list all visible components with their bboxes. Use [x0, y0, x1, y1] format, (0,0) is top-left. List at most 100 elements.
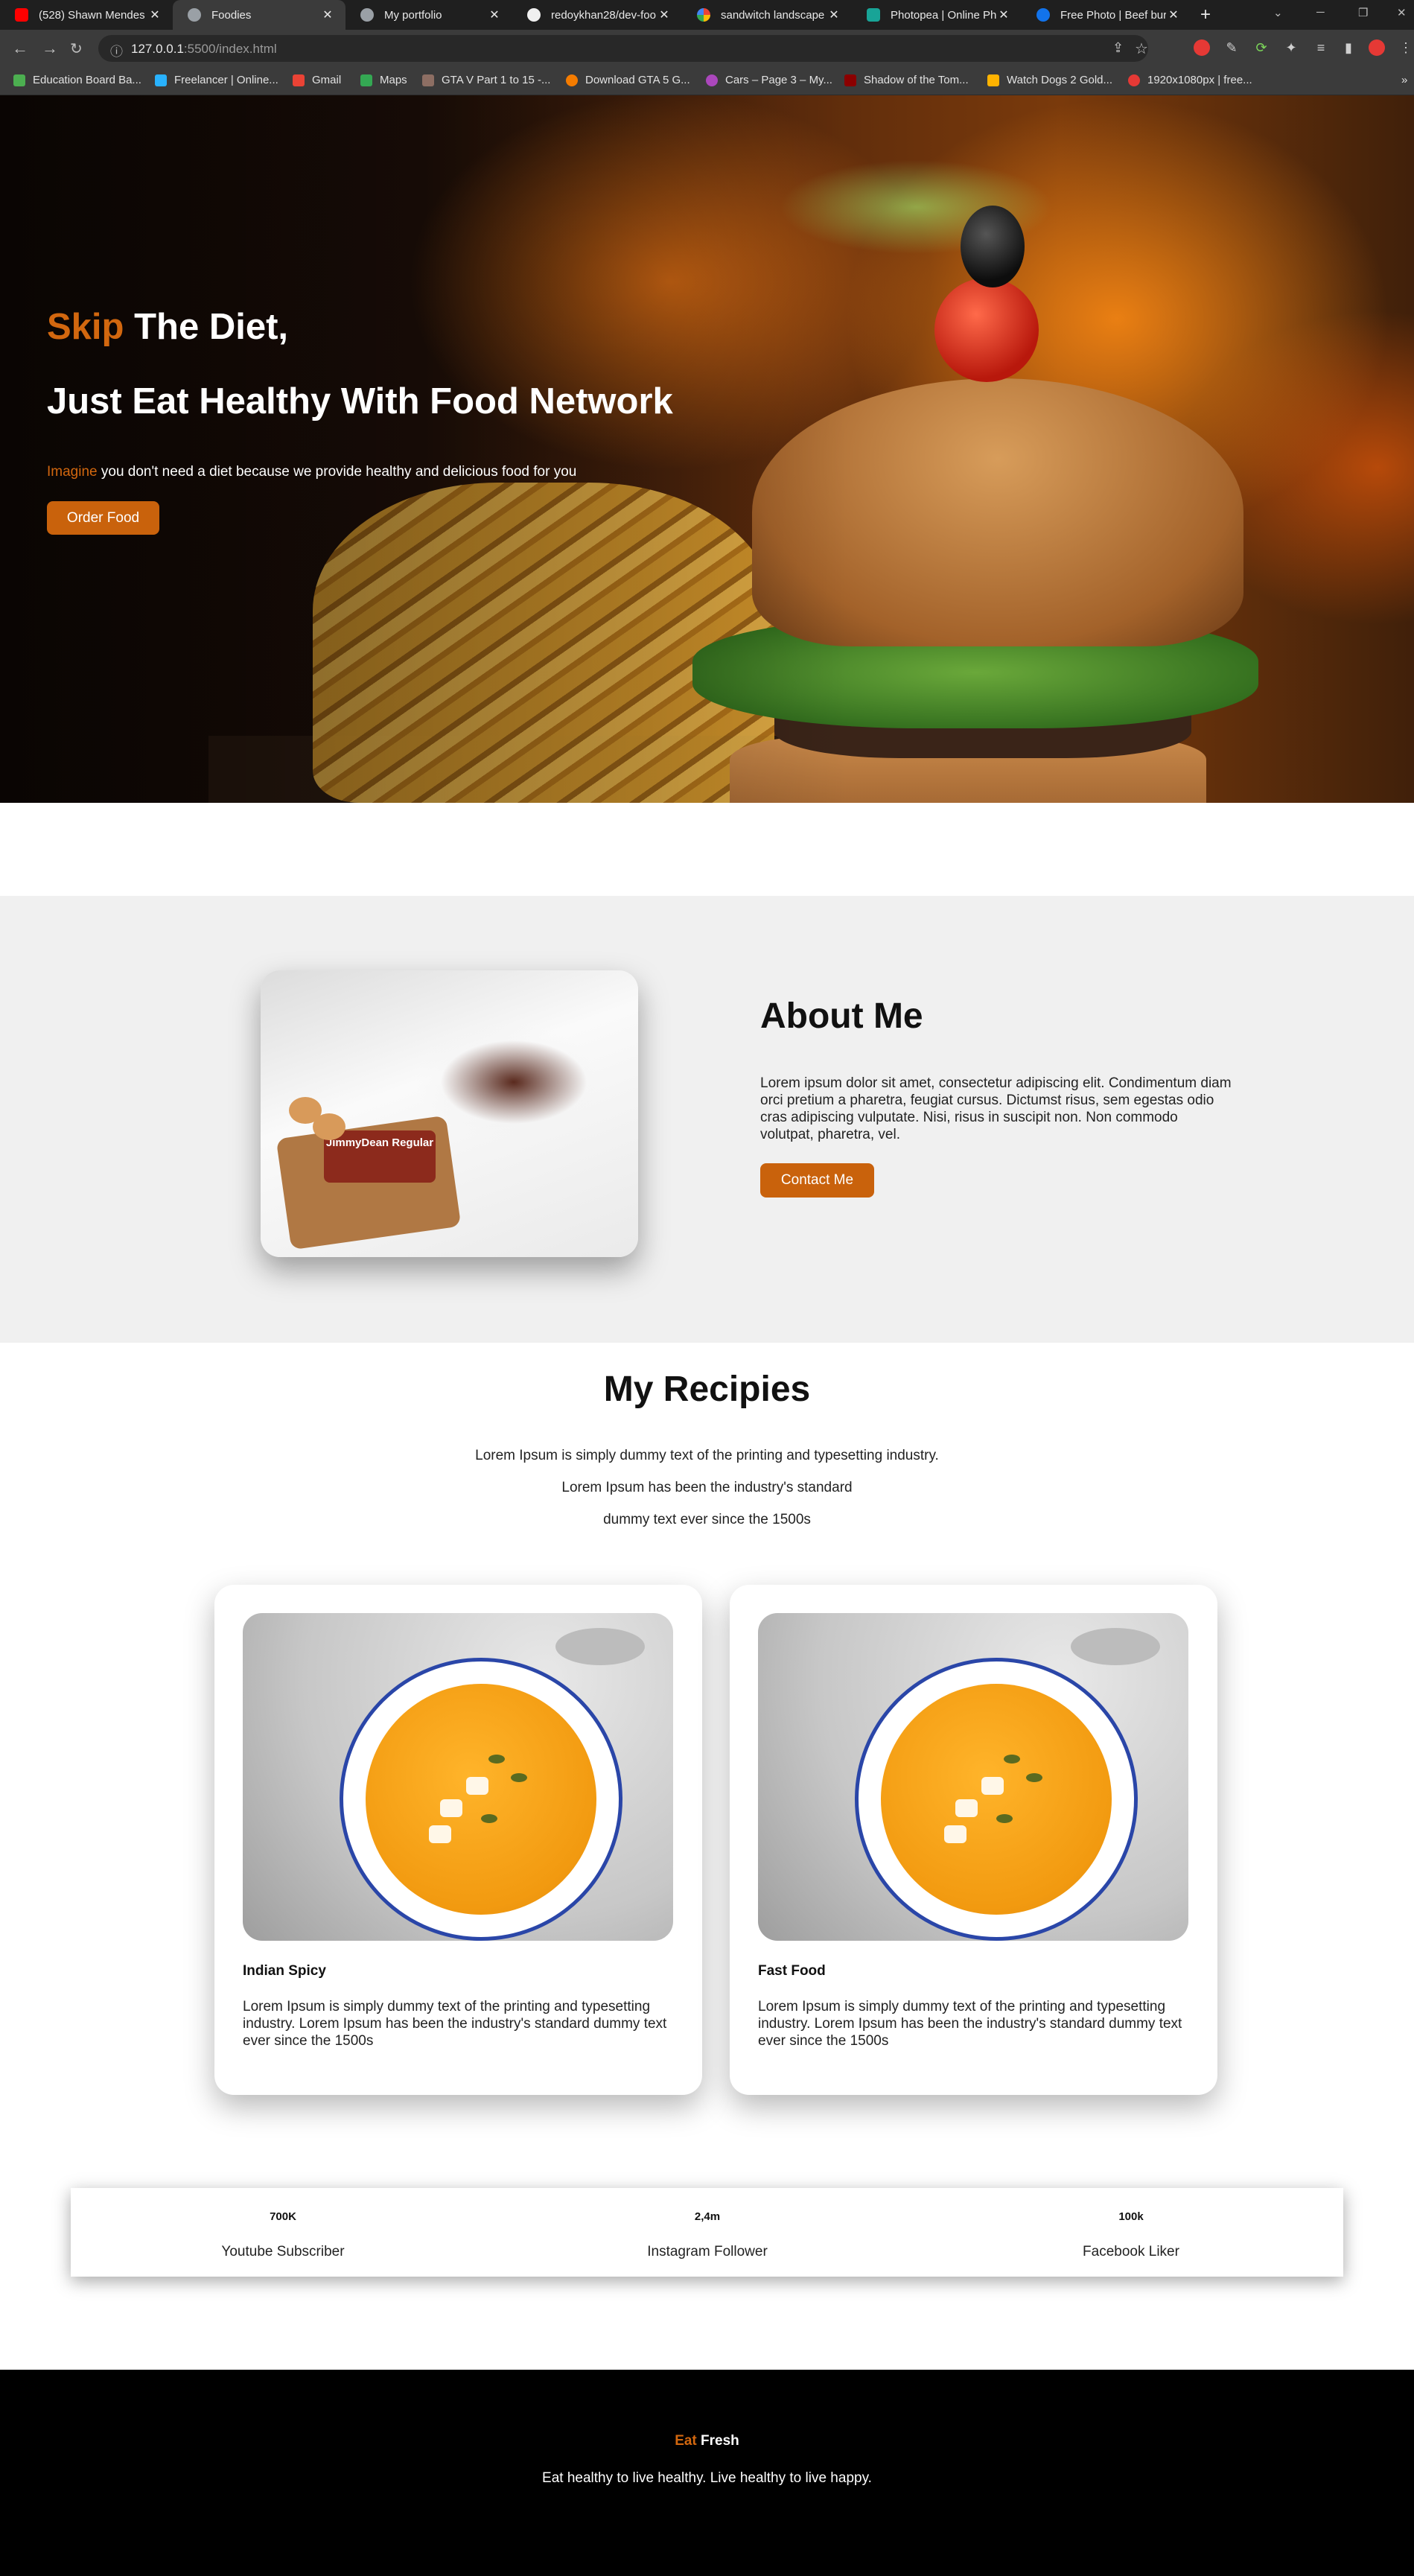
stats-bar: 700K Youtube Subscriber 2,4m Instagram F…: [71, 2188, 1343, 2277]
adblock-icon[interactable]: [1194, 39, 1210, 56]
recipe-image: [758, 1613, 1188, 1941]
forward-icon[interactable]: →: [42, 39, 58, 58]
share-icon[interactable]: ⇪: [1112, 40, 1124, 56]
about-section: JimmyDean Regular About Me Lorem ipsum d…: [0, 896, 1414, 1343]
recipe-image-garnish: [511, 1773, 527, 1782]
recipe-image-garnish: [429, 1825, 451, 1843]
about-title: About Me: [760, 996, 923, 1036]
tab-freepik[interactable]: Free Photo | Beef bur ✕: [1022, 0, 1191, 30]
google-icon: [697, 8, 710, 22]
url-text: 127.0.0.1:5500/index.html: [131, 42, 277, 57]
new-tab-button[interactable]: +: [1191, 0, 1226, 30]
recipe-card[interactable]: Fast Food Lorem Ipsum is simply dummy te…: [730, 1585, 1217, 2095]
bookmark-star-icon[interactable]: ☆: [1135, 39, 1148, 58]
footer-title-accent: Eat: [675, 2433, 697, 2449]
menu-kebab-icon[interactable]: ⋮: [1398, 39, 1414, 56]
browser-tab-strip: (528) Shawn Mendes ✕ Foodies ✕ My portfo…: [0, 0, 1414, 30]
footer-title: Eat Fresh: [0, 2433, 1414, 2449]
recipe-card[interactable]: Indian Spicy Lorem Ipsum is simply dummy…: [214, 1585, 702, 2095]
tab-photopea[interactable]: Photopea | Online Ph ✕: [852, 0, 1022, 30]
photopea-icon: [867, 8, 880, 22]
extension-badge-icon[interactable]: ✎: [1223, 39, 1240, 56]
bookmark-favicon-icon: [155, 74, 167, 86]
contact-me-button[interactable]: Contact Me: [760, 1163, 874, 1198]
github-icon: [527, 8, 541, 22]
bookmark-item[interactable]: Education Board Ba...: [13, 74, 141, 86]
recipe-image: [243, 1613, 673, 1941]
back-icon[interactable]: ←: [12, 39, 28, 58]
bookmarks-overflow-icon[interactable]: »: [1401, 74, 1407, 86]
bookmark-favicon-icon: [13, 74, 25, 86]
stat-youtube: 700K Youtube Subscriber: [71, 2188, 495, 2277]
recipe-image-garnish: [996, 1814, 1013, 1823]
minimize-icon[interactable]: ─: [1316, 6, 1325, 19]
bookmark-label: Education Board Ba...: [33, 74, 141, 86]
hero-overlay: [0, 95, 1414, 803]
tab-title: sandwitch landscape: [721, 8, 825, 22]
about-photo: JimmyDean Regular: [261, 970, 638, 1257]
sync-extension-icon[interactable]: ⟳: [1253, 39, 1270, 56]
close-tab-icon[interactable]: ✕: [320, 7, 335, 22]
footer: Eat Fresh Eat healthy to live healthy. L…: [0, 2370, 1414, 2576]
close-tab-icon[interactable]: ✕: [827, 7, 841, 22]
site-info-icon[interactable]: ⓘ: [110, 41, 123, 60]
bookmark-item[interactable]: Maps: [360, 74, 407, 86]
tab-title: redoykhan28/dev-foo: [551, 8, 656, 22]
gmail-icon: [293, 74, 305, 86]
bookmark-item[interactable]: Gmail: [293, 74, 341, 86]
restore-icon[interactable]: ❐: [1358, 6, 1368, 19]
bookmark-item[interactable]: GTA V Part 1 to 15 -...: [422, 74, 550, 86]
close-tab-icon[interactable]: ✕: [657, 7, 672, 22]
tab-search-icon[interactable]: ⌄: [1273, 6, 1283, 19]
tab-title: Foodies: [211, 8, 252, 22]
bookmark-item[interactable]: Watch Dogs 2 Gold...: [987, 74, 1112, 86]
stat-label: Facebook Liker: [1083, 2244, 1179, 2259]
tab-github[interactable]: redoykhan28/dev-foo ✕: [512, 0, 682, 30]
recipe-image-garnish: [481, 1814, 497, 1823]
maps-icon: [360, 74, 372, 86]
close-window-icon[interactable]: ✕: [1397, 6, 1407, 19]
url-path: :5500/index.html: [183, 42, 277, 56]
bookmark-label: Download GTA 5 G...: [585, 74, 690, 86]
bookmark-favicon-icon: [566, 74, 578, 86]
recipe-image-soup: [366, 1684, 596, 1915]
tab-portfolio[interactable]: My portfolio ✕: [345, 0, 512, 30]
profile-avatar-icon[interactable]: [1369, 39, 1385, 56]
bookmark-label: Maps: [380, 74, 407, 86]
close-tab-icon[interactable]: ✕: [996, 7, 1011, 22]
recipe-image-garnish: [944, 1825, 966, 1843]
tab-title: My portfolio: [384, 8, 442, 22]
recipes-intro-line: dummy text ever since the 1500s: [603, 1512, 811, 1527]
reload-icon[interactable]: ↻: [70, 39, 83, 58]
bookmark-item[interactable]: 1920x1080px | free...: [1128, 74, 1252, 86]
tab-foodies[interactable]: Foodies ✕: [173, 0, 345, 30]
bookmark-favicon-icon: [987, 74, 999, 86]
hero-subtitle-accent: Imagine: [47, 464, 98, 480]
recipe-image-garnish: [440, 1799, 462, 1817]
bookmark-item[interactable]: Cars – Page 3 – My...: [706, 74, 832, 86]
tab-google-search[interactable]: sandwitch landscape ✕: [682, 0, 852, 30]
order-food-button[interactable]: Order Food: [47, 501, 159, 535]
hero-headline-line1: Skip The Diet,: [47, 306, 288, 348]
recipe-image-garnish: [955, 1799, 978, 1817]
recipe-image-garnish: [1004, 1755, 1020, 1764]
recipes-intro-line: Lorem Ipsum is simply dummy text of the …: [475, 1448, 939, 1463]
bookmark-item[interactable]: Freelancer | Online...: [155, 74, 278, 86]
bookmark-item[interactable]: Shadow of the Tom...: [844, 74, 969, 86]
close-tab-icon[interactable]: ✕: [1166, 7, 1181, 22]
recipes-intro-line: Lorem Ipsum has been the industry's stan…: [561, 1480, 853, 1495]
bookmark-label: GTA V Part 1 to 15 -...: [442, 74, 551, 86]
plus-icon: +: [1200, 4, 1211, 25]
bookmark-item[interactable]: Download GTA 5 G...: [566, 74, 690, 86]
side-panel-icon[interactable]: ▮: [1340, 39, 1357, 56]
tab-title: Free Photo | Beef bur: [1060, 8, 1166, 22]
tab-youtube[interactable]: (528) Shawn Mendes ✕: [0, 0, 173, 30]
extensions-puzzle-icon[interactable]: ✦: [1283, 39, 1299, 56]
freepik-icon: [1036, 8, 1050, 22]
address-bar[interactable]: ⓘ 127.0.0.1:5500/index.html ⇪ ☆: [98, 35, 1148, 62]
media-queue-icon[interactable]: ≡: [1313, 39, 1329, 56]
recipe-description: Lorem Ipsum is simply dummy text of the …: [243, 1999, 667, 2049]
close-tab-icon[interactable]: ✕: [147, 7, 162, 22]
stat-label: Instagram Follower: [647, 2244, 768, 2259]
close-tab-icon[interactable]: ✕: [487, 7, 502, 22]
